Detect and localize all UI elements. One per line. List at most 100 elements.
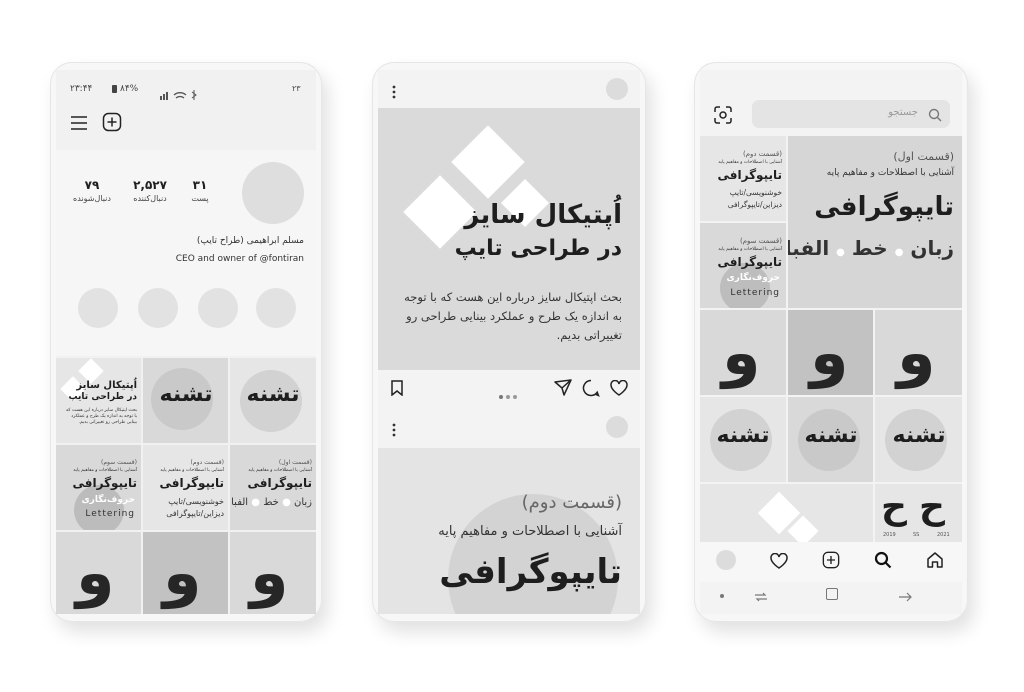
like-icon[interactable] [610,379,628,400]
word-alefba: الفبا [788,236,830,260]
explore-post-typography-part3[interactable]: (قسمت سوم) آشنایی با اصطلاحات و مفاهیم پ… [700,223,786,308]
nav-recent-icon[interactable] [754,588,768,607]
stat-posts-value: ۳۱ [192,178,208,192]
feed-screen: اُپتیکال سایز در طراحی تایپ بحث اپتیکال … [378,70,640,614]
nav-home-icon[interactable] [826,588,838,600]
nav-back-icon[interactable] [898,588,912,607]
decor-diamond [451,125,525,199]
grid-tashne-word: تشنه [159,382,213,407]
explore-post-optical-size[interactable] [700,484,873,542]
grid-post-optical-size[interactable]: اُپتیکال سایز در طراحی تایپ بحث اپتیکال … [56,358,141,443]
word-alefba: الفبا [231,497,249,508]
grid-optical-title-1: اُپتیکال سایز [76,380,137,391]
grid-post-typography-part2[interactable]: (قسمت دوم) آشنایی با اصطلاحات و مفاهیم پ… [143,445,228,530]
grid-post-waw[interactable]: و [56,532,141,614]
stat-followers[interactable]: ۲,۵۲۷ دنبال‌کننده [120,178,180,203]
add-post-icon[interactable] [102,112,122,132]
decor-circle [74,485,124,530]
stat-following-label: دنبال‌شونده [73,194,111,203]
grid-post-tashne[interactable]: تشنه [143,358,228,443]
explore-tashne-word: تشنه [804,423,858,448]
grid-waw-letter: و [250,536,289,609]
nav-dot-icon[interactable] [720,594,724,598]
explore-subtitle: آشنایی با اصطلاحات و مفاهیم پایه [718,160,782,165]
post-image-typography[interactable]: (قسمت دوم) آشنایی با اصطلاحات و مفاهیم پ… [378,448,640,614]
explore-post-tashne[interactable]: تشنه [788,397,873,482]
explore-post-tashne[interactable]: تشنه [700,397,786,482]
tab-activity-heart-icon[interactable] [770,552,788,573]
explore-waw-letter: و [897,316,936,389]
status-time: ۲۳:۴۴ [70,84,93,94]
post2-part-label: (قسمت دوم) [521,492,622,513]
profile-bio: CEO and owner of @fontiran [175,254,304,264]
explore-post-tashne[interactable]: تشنه [875,397,962,482]
grid-part-label: (قسمت سوم) [100,459,137,466]
word-zaban: زبان [293,497,312,508]
story-highlight[interactable] [78,288,118,328]
post-author-avatar[interactable] [606,78,628,100]
grid-khoshnevisi-1: خوشنویسی/تایپ [168,497,224,506]
phone-profile: ۲۳:۴۴ ۸۴% ۲۳ ۷۹ دنبال‌شونده ۲,۵۲۷ دنبال‌… [50,62,322,622]
search-field[interactable]: جستجو [752,100,950,128]
explore-year-label: 2019 [883,532,896,538]
search-input[interactable]: جستجو [888,107,918,118]
post-image-optical-size[interactable]: اُپتیکال سایز در طراحی تایپ بحث اپتیکال … [378,108,640,370]
grid-post-waw[interactable]: و [230,532,316,614]
grid-post-typography-part3[interactable]: (قسمت سوم) آشنایی با اصطلاحات و مفاهیم پ… [56,445,141,530]
grid-part-label: (قسمت اول) [278,459,312,466]
post-title-line2: در طراحی تایپ [454,236,622,261]
explore-khoshnevisi-1: خوشنویسی/تایپ [729,188,782,197]
share-icon[interactable] [554,379,572,401]
tab-home-icon[interactable] [926,551,944,573]
grid-khoshnevisi-2: دیزاین/تایپوگرافی [166,509,224,518]
explore-post-waw[interactable]: و [875,310,962,395]
grid-subtitle: آشنایی با اصطلاحات و مفاهیم پایه [160,468,224,473]
grid-post-typography-part1[interactable]: (قسمت اول) آشنایی با اصطلاحات و مفاهیم پ… [230,445,316,530]
grid-part-label: (قسمت دوم) [190,459,224,466]
grid-post-waw[interactable]: و [143,532,228,614]
explore-subtitle: آشنایی با اصطلاحات و مفاهیم پایه [718,247,782,252]
post-options-icon[interactable] [392,422,396,441]
grid-post-tashne[interactable]: تشنه [230,358,316,443]
menu-icon[interactable] [70,116,88,130]
explore-part-label: (قسمت اول) [893,150,954,163]
post-author-avatar[interactable] [606,416,628,438]
scan-icon[interactable] [714,106,732,128]
explore-post-typography-part1[interactable]: (قسمت اول) آشنایی با اصطلاحات و مفاهیم پ… [788,136,962,308]
explore-part-label: (قسمت سوم) [739,237,782,245]
word-khat: خط [263,497,279,508]
battery-icon [112,85,117,93]
explore-post-waw[interactable]: و [788,310,873,395]
grid-optical-title-2: در طراحی تایپ [68,392,137,402]
dot-separator: ● [251,497,260,508]
story-highlight[interactable] [198,288,238,328]
word-khat: خط [851,236,888,260]
stat-following[interactable]: ۷۹ دنبال‌شونده [64,178,120,203]
comment-icon[interactable] [582,379,600,401]
explore-huruf-word: حروف‌نگاری [726,273,780,283]
carousel-dots [498,385,518,404]
stat-posts-label: پست [191,194,209,203]
story-highlight[interactable] [256,288,296,328]
explore-post-waw[interactable]: و [700,310,786,395]
bookmark-icon[interactable] [390,380,404,400]
grid-waw-letter: و [163,536,202,609]
tab-search-icon[interactable] [874,551,892,573]
explore-he-letter: ح [881,486,907,527]
grid-optical-body: بحث اپتیکال سایز درباره این هست که با تو… [65,408,137,425]
stat-posts[interactable]: ۳۱ پست [180,178,220,203]
profile-name: مسلم ابراهیمی (طراح تایپ) [196,236,304,246]
tab-add-icon[interactable] [822,551,840,573]
post-options-icon[interactable] [392,84,396,103]
word-zaban: زبان [910,236,954,260]
explore-post-typography-part2[interactable]: (قسمت دوم) آشنایی با اصطلاحات و مفاهیم پ… [700,136,786,221]
avatar[interactable] [242,162,304,224]
tab-profile-avatar[interactable] [716,550,736,570]
explore-post-he[interactable]: ح ح 2019 SS 2021 [875,484,962,542]
explore-screen: جستجو (قسمت اول) آشنایی با اصطلاحات و مف… [700,70,962,614]
story-highlight[interactable] [138,288,178,328]
dot-separator: ● [836,247,845,258]
explore-he-letter: ح [919,486,945,527]
explore-khoshnevisi-2: دیزاین/تایپوگرافی [727,200,782,209]
dot-separator: ● [282,497,291,508]
